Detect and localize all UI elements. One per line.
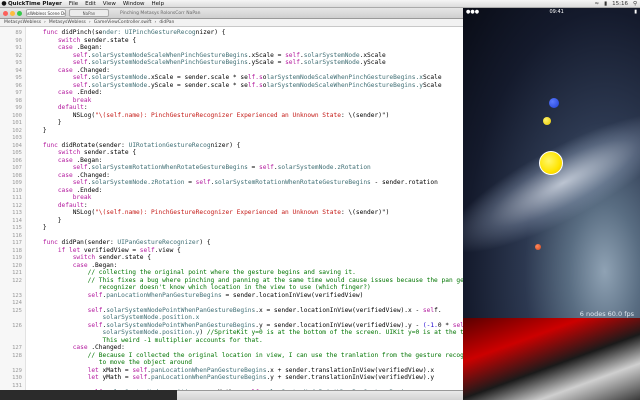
fps-counter: 6 nodes 60.0 fps [579, 310, 634, 318]
code-text: self.solarSystemNode.zRotation = self.so… [72, 179, 438, 186]
tab-scene-debug[interactable]: MetasWebless Scene Debug [26, 9, 66, 17]
jump-bar-item-group[interactable]: MetasysWebless [49, 20, 86, 25]
jump-bar-item-symbol[interactable]: didPan [159, 20, 174, 25]
code-text: default: [57, 104, 88, 111]
code-text: // Because I collected the original loca… [87, 351, 463, 359]
menu-view[interactable]: View [103, 1, 116, 7]
minimize-window-button[interactable] [10, 10, 15, 16]
battery-icon[interactable]: ▮ [604, 1, 607, 7]
apple-menu-icon[interactable]: ● [0, 0, 8, 7]
jump-bar: MetasysWebless › MetasysWebless › GameView… [0, 19, 463, 27]
close-window-button[interactable] [3, 10, 8, 16]
window-controls [3, 10, 22, 16]
code-text: self.solarSystemNodePointWhenPanGestureB… [87, 321, 463, 329]
planet-orange[interactable] [535, 244, 541, 250]
source-editor[interactable]: 89 func didPinch(sender: UIPinchGestureR… [0, 27, 463, 390]
code-text: self.solarSystemNode.yScale = sender.sca… [72, 81, 442, 89]
activity-status: Pinching Metasys RolonsCorr NaPan [120, 10, 201, 16]
mac-menu-bar: ● QuickTime Player File Edit View Window… [0, 0, 640, 8]
code-text: case .Began: [57, 44, 103, 51]
menu-app-name[interactable]: QuickTime Player [8, 1, 62, 7]
code-text: This weird -1 multiplier accounts for th… [87, 336, 263, 344]
xcode-window-toolbar: MetasWebless Scene Debug NaPan Pinching … [0, 8, 463, 19]
code-text: } [28, 126, 47, 134]
code-text: solarSystemNode.position.x [102, 314, 200, 321]
jump-bar-item-file[interactable]: GameViewController.swift [94, 20, 152, 25]
menu-help[interactable]: Help [152, 1, 165, 7]
menu-clock[interactable]: 15:16 [612, 1, 628, 7]
planet-yellow-small[interactable] [543, 117, 551, 125]
menu-edit[interactable]: Edit [85, 1, 96, 7]
background-photo [463, 318, 640, 400]
code-text: } [28, 216, 62, 224]
code-text: case .Changed: [72, 344, 125, 351]
menu-file[interactable]: File [69, 1, 78, 7]
code-text: func didPan(sender: UIPanGestureRecogniz… [42, 239, 211, 246]
code-text: let yMath = self.panLocationWhenPanGestu… [87, 374, 435, 381]
milky-way-band [463, 91, 640, 275]
code-text: case .Began: [72, 261, 118, 269]
code-text: break [72, 194, 92, 201]
code-text: self.solarSystemNodeScaleWhenPinchGestur… [72, 59, 386, 66]
sim-time: 09:41 [549, 9, 564, 15]
code-text: solarSystemNode.position.y) //SpriteKit … [102, 329, 463, 336]
code-text: to move the object around [87, 359, 192, 366]
sun[interactable] [539, 151, 563, 175]
code-text: func didRotate(sender: UIRotationGesture… [42, 141, 241, 149]
code-text: switch sender.state { [57, 149, 137, 156]
code-text: case .Ended: [57, 186, 103, 194]
sim-battery-icon: ▮ [634, 9, 637, 15]
code-text: if let verifiedView = self.view { [57, 246, 181, 254]
code-text: self.solarSystemNodeScaleWhenPinchGestur… [72, 51, 386, 59]
search-icon[interactable]: ⚲ [633, 1, 637, 7]
sim-status-bar: ●●● 09:41 ▮ [463, 8, 640, 16]
code-text: switch sender.state { [57, 36, 137, 44]
code-text: self.solarSystemRotationWhenRotateGestur… [72, 164, 371, 171]
jump-bar-item-project[interactable]: MetasysWebless [4, 20, 41, 25]
code-text: NSLog("\(self.name): PinchGestureRecogni… [28, 111, 390, 119]
code-text: switch sender.state { [72, 254, 151, 261]
code-text: case .Changed: [57, 66, 110, 74]
code-text: func didPinch(sender: UIPinchGestureReco… [42, 29, 226, 36]
code-text: self.solarSystemNodePointWhenPanGestureB… [87, 306, 442, 314]
planet-blue[interactable] [549, 98, 559, 108]
tab-napan[interactable]: NaPan [69, 9, 109, 17]
code-text: self.panLocationWhenPanGestureBegins = s… [87, 291, 364, 299]
code-text: default: [57, 201, 88, 209]
ios-simulator-window[interactable]: ●●● 09:41 ▮ 6 nodes 60.0 fps [463, 8, 640, 400]
sim-signal-icon: ●●● [466, 9, 480, 15]
code-text: case .Changed: [57, 171, 110, 179]
code-text: let xMath = self.panLocationWhenPanGestu… [87, 366, 435, 374]
code-text: self.solarSystemNode.xScale = sender.sca… [72, 74, 442, 81]
code-text: recognizer doesn't know which location i… [87, 284, 371, 291]
code-text: } [28, 224, 47, 231]
zoom-window-button[interactable] [17, 10, 22, 16]
code-text: NSLog("\(self.name): PinchGestureRecogni… [28, 209, 390, 216]
code-text: case .Began: [57, 156, 103, 164]
wifi-icon[interactable]: ≈ [594, 1, 599, 7]
code-text: // collecting the original point where t… [87, 269, 356, 276]
code-text: case .Ended: [57, 89, 103, 96]
code-text: // This fixes a bug where pinching and p… [87, 276, 463, 284]
code-text: } [28, 119, 62, 126]
dock-strip [0, 390, 177, 400]
code-text: break [72, 96, 92, 104]
menu-window[interactable]: Window [123, 1, 145, 7]
